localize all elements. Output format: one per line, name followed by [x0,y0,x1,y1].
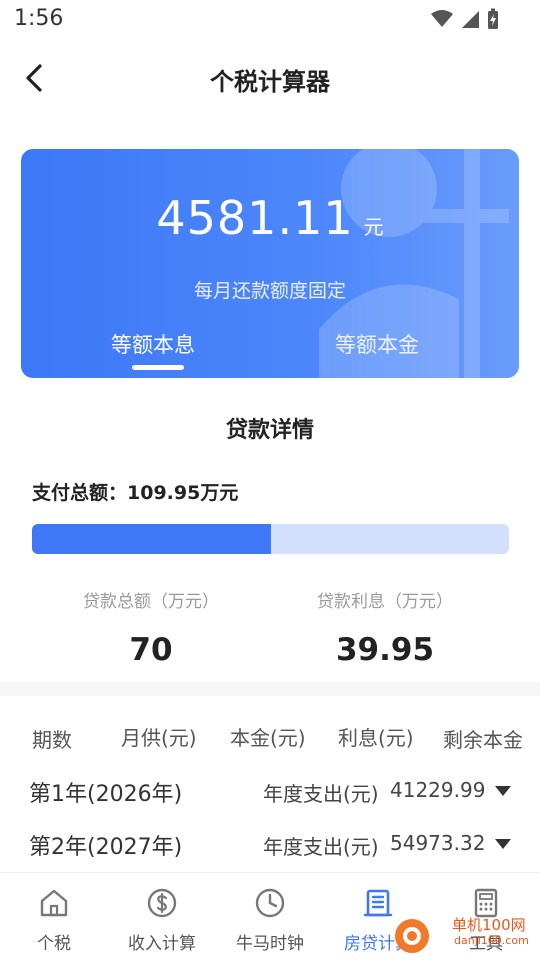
status-time: 1:56 [14,6,64,31]
annual-expense-value: 54973.32 [390,831,486,855]
annual-expense-label: 年度支出(元) [263,835,379,859]
tab-equal-principal[interactable]: 等额本金 [335,329,419,359]
expand-caret-icon[interactable] [493,784,513,798]
col-interest: 利息(元) [338,726,414,750]
nav-bar: 个税计算器 [0,50,540,110]
year-label: 第1年(2026年) [29,782,183,807]
col-monthly: 月供(元) [121,726,197,750]
home-icon [40,889,68,917]
loan-interest-label: 贷款利息（万元） [317,592,453,612]
section-divider [0,682,540,696]
tab-label: 收入计算 [128,934,196,954]
active-tab-indicator [132,365,184,370]
signal-icon [462,11,479,28]
year-label: 第2年(2027年) [29,835,183,860]
watermark-url: danji100.com [454,934,529,947]
tab-label: 个税 [37,934,71,954]
monthly-payment-card: 4581.11 元 每月还款额度固定 等额本息 等额本金 [21,149,519,378]
tab-income-calc[interactable]: 收入计算 [108,873,216,960]
tab-personal-tax[interactable]: 个税 [0,873,108,960]
building-icon [363,889,393,917]
dollar-icon [147,888,177,918]
monthly-amount: 4581.11 元 [21,191,519,245]
principal-interest-bar [32,524,509,554]
expand-caret-icon[interactable] [493,837,513,851]
page-title: 个税计算器 [210,68,330,96]
wifi-icon [431,10,453,27]
col-principal: 本金(元) [230,726,306,750]
schedule-table-header: 期数 月供(元) 本金(元) 利息(元) 剩余本金 [0,718,540,754]
repayment-note: 每月还款额度固定 [193,280,346,302]
monthly-amount-unit: 元 [363,215,384,239]
tab-work-clock[interactable]: 牛马时钟 [216,873,324,960]
year-row[interactable]: 第1年(2026年) 年度支出(元) 41229.99 [0,768,540,814]
annual-expense-label: 年度支出(元) [263,782,379,806]
watermark-text: 单机100网 [452,916,526,934]
status-bar: 1:56 [0,0,540,40]
total-payment: 支付总额：109.95万元 [32,482,239,504]
loan-details-title: 贷款详情 [225,418,314,443]
battery-icon [488,8,498,29]
watermark: 单机100网 danji100.com [392,906,540,954]
loan-total-label: 贷款总额（万元） [83,592,219,612]
tab-label: 牛马时钟 [236,934,304,954]
monthly-amount-value: 4581.11 [156,191,354,245]
year-row[interactable]: 第2年(2027年) 年度支出(元) 54973.32 [0,821,540,867]
loan-interest-value: 39.95 [335,632,435,668]
clock-icon [255,888,285,918]
col-period: 期数 [32,728,72,752]
tab-equal-installment[interactable]: 等额本息 [111,329,195,359]
col-remaining: 剩余本金 [443,728,523,752]
status-icons [430,8,500,30]
principal-fill [32,524,271,554]
loan-total-value: 70 [129,632,173,668]
annual-expense-value: 41229.99 [390,778,486,802]
watermark-logo-icon [395,919,429,953]
